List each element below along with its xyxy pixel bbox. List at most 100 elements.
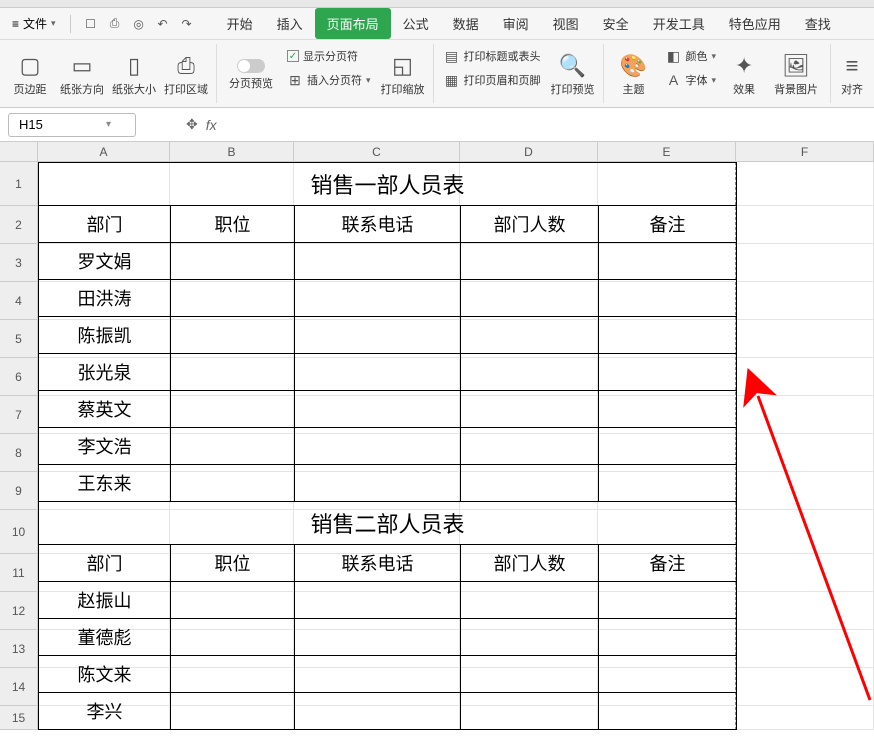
tab-special[interactable]: 特色应用	[717, 8, 793, 39]
table2-header-1: 职位	[171, 545, 295, 582]
tab-page-layout[interactable]: 页面布局	[315, 8, 391, 39]
print-titles-stack: ▤ 打印标题或表头 ▦ 打印页眉和页脚	[440, 46, 545, 90]
show-page-break-checkbox[interactable]: ✓ 显示分页符	[283, 46, 375, 66]
tab-devtools[interactable]: 开发工具	[641, 8, 717, 39]
file-menu[interactable]: ≡ 文件 ▾	[4, 15, 64, 32]
cell-reference-value: H15	[9, 117, 72, 132]
header-footer-label: 打印页眉和页脚	[464, 72, 541, 88]
data-table: 销售一部人员表 部门 职位 联系电话 部门人数 备注 罗文娟 田洪涛 陈振凯 张…	[38, 162, 737, 730]
table1-title: 销售一部人员表	[39, 163, 737, 206]
tab-view[interactable]: 视图	[541, 8, 591, 39]
print-preview-button[interactable]: 🔍 打印预览	[549, 46, 597, 104]
row-header-3[interactable]: 3	[0, 244, 37, 282]
margins-label: 页边距	[14, 81, 47, 97]
table1-header-3: 部门人数	[461, 206, 599, 243]
preview-icon[interactable]: ◎	[131, 16, 147, 32]
row-header-9[interactable]: 9	[0, 472, 37, 510]
row-header-14[interactable]: 14	[0, 668, 37, 706]
formula-input[interactable]	[225, 114, 407, 136]
row-header-12[interactable]: 12	[0, 592, 37, 630]
chevron-down-icon: ▾	[366, 75, 371, 86]
ribbon-group-print: ▤ 打印标题或表头 ▦ 打印页眉和页脚 🔍 打印预览	[434, 44, 604, 103]
grid-body: 1 2 3 4 5 6 7 8 9 10 11 12 13 14 15	[0, 162, 874, 730]
checkbox-checked-icon: ✓	[287, 50, 299, 62]
row-header-5[interactable]: 5	[0, 320, 37, 358]
col-header-d[interactable]: D	[460, 142, 598, 161]
orientation-label: 纸张方向	[60, 81, 104, 97]
tab-security[interactable]: 安全	[591, 8, 641, 39]
row-header-2[interactable]: 2	[0, 206, 37, 244]
row-header-7[interactable]: 7	[0, 396, 37, 434]
row-header-13[interactable]: 13	[0, 630, 37, 668]
row-header-1[interactable]: 1	[0, 162, 37, 206]
table2-name-0: 赵振山	[39, 582, 171, 619]
col-header-a[interactable]: A	[38, 142, 170, 161]
row-header-15[interactable]: 15	[0, 706, 37, 730]
print-quick-icon[interactable]: ⎙	[107, 16, 123, 32]
header-footer-button[interactable]: ▦ 打印页眉和页脚	[440, 70, 545, 90]
print-preview-icon: 🔍	[559, 53, 586, 79]
row-header-8[interactable]: 8	[0, 434, 37, 472]
print-area-button[interactable]: ⎙ 打印区域	[162, 46, 210, 104]
orientation-button[interactable]: ▭ 纸张方向	[58, 46, 106, 104]
cellref-dropdown-icon[interactable]: ▾	[72, 119, 135, 130]
print-scaling-button[interactable]: ◱ 打印缩放	[379, 46, 427, 104]
col-header-b[interactable]: B	[170, 142, 294, 161]
tab-start[interactable]: 开始	[215, 8, 265, 39]
page-break-preview-button[interactable]: 分页预览	[223, 46, 279, 104]
row-header-4[interactable]: 4	[0, 282, 37, 320]
themes-button[interactable]: 🎨 主题	[610, 46, 658, 104]
formula-bar: H15 ▾ ✥ fx	[0, 108, 874, 142]
file-menu-label: 文件	[23, 15, 47, 32]
effects-button[interactable]: ✦ 效果	[724, 46, 764, 104]
redo-icon[interactable]: ↷	[179, 16, 195, 32]
theme-options: ◧ 颜色▾ A 字体▾	[662, 46, 721, 90]
tab-data[interactable]: 数据	[441, 8, 491, 39]
table1-name-0: 罗文娟	[39, 243, 171, 280]
font-icon: A	[666, 72, 682, 88]
show-page-break-label: 显示分页符	[303, 48, 358, 64]
tab-find[interactable]: 查找	[793, 8, 843, 39]
table-row: 王东来	[39, 465, 737, 502]
tab-formulas[interactable]: 公式	[391, 8, 441, 39]
print-titles-button[interactable]: ▤ 打印标题或表头	[440, 46, 545, 66]
table1-title-row: 销售一部人员表	[39, 163, 737, 206]
fonts-button[interactable]: A 字体▾	[662, 70, 721, 90]
save-icon[interactable]: ☐	[83, 16, 99, 32]
paper-size-button[interactable]: ▯ 纸张大小	[110, 46, 158, 104]
print-preview-label: 打印预览	[551, 81, 595, 97]
table1-name-3: 张光泉	[39, 354, 171, 391]
insert-page-break-button[interactable]: ⊞ 插入分页符 ▾	[283, 70, 375, 90]
margins-button[interactable]: ▢ 页边距	[6, 46, 54, 104]
fx-icon[interactable]: fx	[206, 117, 217, 133]
row-header-6[interactable]: 6	[0, 358, 37, 396]
table1-header-4: 备注	[599, 206, 737, 243]
zoom-icon[interactable]: ✥	[186, 116, 198, 133]
tab-insert[interactable]: 插入	[265, 8, 315, 39]
align-button[interactable]: ≡ 对齐	[837, 46, 867, 104]
print-area-label: 打印区域	[164, 81, 208, 97]
column-header-row: A B C D E F	[0, 142, 874, 162]
row-header-10[interactable]: 10	[0, 510, 37, 554]
table2-header-3: 部门人数	[461, 545, 599, 582]
print-area-icon: ⎙	[177, 53, 195, 79]
bg-picture-button[interactable]: 🖼 背景图片	[768, 46, 824, 104]
ribbon: ▢ 页边距 ▭ 纸张方向 ▯ 纸张大小 ⎙ 打印区域 分页预览 ✓ 显示分页符	[0, 40, 874, 108]
table-row: 李文浩	[39, 428, 737, 465]
row-header-11[interactable]: 11	[0, 554, 37, 592]
colors-button[interactable]: ◧ 颜色▾	[662, 46, 721, 66]
cells-area[interactable]: 销售一部人员表 部门 职位 联系电话 部门人数 备注 罗文娟 田洪涛 陈振凯 张…	[38, 162, 874, 730]
undo-icon[interactable]: ↶	[155, 16, 171, 32]
tab-review[interactable]: 审阅	[491, 8, 541, 39]
paper-size-label: 纸张大小	[112, 81, 156, 97]
ribbon-group-page-setup: ▢ 页边距 ▭ 纸张方向 ▯ 纸张大小 ⎙ 打印区域	[0, 44, 217, 103]
col-header-f[interactable]: F	[736, 142, 874, 161]
effects-icon: ✦	[735, 53, 753, 79]
select-all-corner[interactable]	[0, 142, 38, 162]
col-header-c[interactable]: C	[294, 142, 460, 161]
cell-reference-box[interactable]: H15 ▾	[8, 113, 136, 137]
ribbon-group-arrange: ≡ 对齐	[831, 44, 873, 103]
print-scaling-label: 打印缩放	[381, 81, 425, 97]
ribbon-group-page-break: 分页预览 ✓ 显示分页符 ⊞ 插入分页符 ▾ ◱ 打印缩放	[217, 44, 434, 103]
col-header-e[interactable]: E	[598, 142, 736, 161]
